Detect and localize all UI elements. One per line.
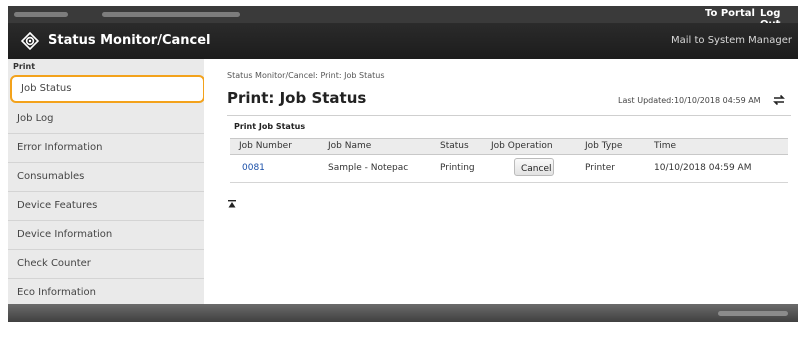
- sidebar-item-device-features[interactable]: Device Features: [8, 192, 204, 221]
- sidebar-item-label: Consumables: [17, 171, 85, 182]
- column-header: Job Number: [239, 141, 292, 151]
- mail-to-system-manager-link[interactable]: Mail to System Manager: [671, 35, 792, 46]
- sidebar-item-job-status[interactable]: Job Status: [10, 75, 205, 103]
- sidebar-item-device-information[interactable]: Device Information: [8, 221, 204, 250]
- sidebar-item-consumables[interactable]: Consumables: [8, 163, 204, 192]
- sidebar-item-job-log[interactable]: Job Log: [8, 105, 204, 134]
- table-row: 0081 Sample - Notepac Printing Cancel Pr…: [230, 154, 788, 183]
- copyright-blurred: [718, 311, 788, 316]
- footer: [8, 304, 798, 322]
- refresh-icon[interactable]: [772, 93, 786, 107]
- sidebar-item-check-counter[interactable]: Check Counter: [8, 250, 204, 279]
- job-name-cell: Sample - Notepac: [328, 163, 409, 173]
- job-number-link[interactable]: 0081: [242, 163, 265, 173]
- device-location-blurred: [102, 12, 240, 17]
- sidebar: Print Job Status Job Log Error Informati…: [8, 59, 205, 304]
- column-header: Status: [440, 141, 469, 151]
- title-divider: [227, 115, 791, 116]
- top-utility-bar: To Portal Log Out: [8, 6, 798, 30]
- main-content: Status Monitor/Cancel: Print: Job Status…: [204, 59, 798, 304]
- status-monitor-logo-icon: [21, 32, 39, 50]
- device-name-blurred: [14, 12, 68, 17]
- last-updated-text: Last Updated:10/10/2018 04:59 AM: [618, 96, 761, 105]
- sidebar-item-error-information[interactable]: Error Information: [8, 134, 204, 163]
- sidebar-item-label: Device Features: [17, 200, 98, 211]
- status-cell: Printing: [440, 163, 475, 173]
- app-header: Status Monitor/Cancel Mail to System Man…: [8, 23, 798, 59]
- time-cell: 10/10/2018 04:59 AM: [654, 163, 752, 173]
- sidebar-item-label: Eco Information: [17, 287, 96, 298]
- sidebar-item-label: Device Information: [17, 229, 113, 240]
- page-title: Print: Job Status: [227, 89, 367, 107]
- column-header: Job Operation: [491, 141, 553, 151]
- sidebar-item-label: Job Log: [17, 113, 54, 124]
- cancel-job-button[interactable]: Cancel: [514, 158, 554, 176]
- job-type-cell: Printer: [585, 163, 615, 173]
- breadcrumb: Status Monitor/Cancel: Print: Job Status: [227, 71, 385, 80]
- section-title: Print Job Status: [234, 122, 306, 131]
- column-header: Time: [654, 141, 677, 151]
- sidebar-item-label: Check Counter: [17, 258, 91, 269]
- sidebar-item-label: Job Status: [21, 83, 72, 94]
- sidebar-section-label: Print: [13, 62, 36, 71]
- back-to-top-icon[interactable]: [228, 200, 236, 208]
- sidebar-item-label: Error Information: [17, 142, 103, 153]
- column-header: Job Type: [585, 141, 623, 151]
- column-header: Job Name: [328, 141, 372, 151]
- table-header: Job Number Job Name Status Job Operation…: [230, 138, 788, 155]
- to-portal-link[interactable]: To Portal: [705, 8, 755, 19]
- app-title: Status Monitor/Cancel: [48, 33, 211, 48]
